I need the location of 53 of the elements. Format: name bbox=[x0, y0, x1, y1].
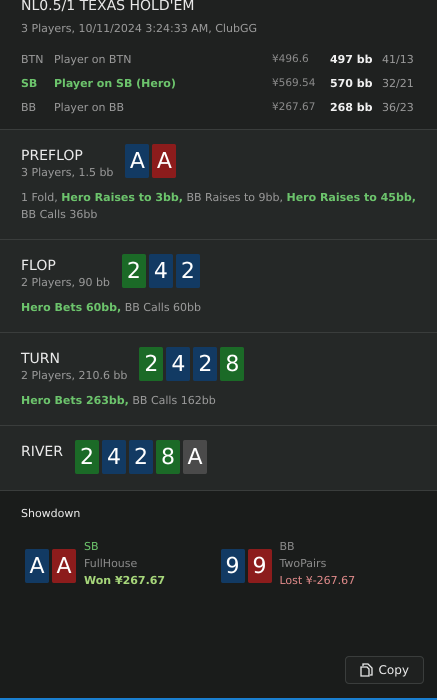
playing-card: A bbox=[52, 549, 76, 583]
street-name: TURN bbox=[21, 351, 61, 367]
stack-bb: 497 bb bbox=[330, 52, 374, 66]
player-position: BTN bbox=[21, 52, 44, 66]
street-info: 2 Players, 210.6 bb bbox=[21, 369, 128, 382]
player-stack: ¥496.6 bbox=[272, 53, 310, 65]
showdown-title: Showdown bbox=[21, 507, 82, 520]
playing-card: 2 bbox=[176, 254, 200, 288]
action-log: Hero Bets 60bb, BB Calls 60bb bbox=[21, 300, 202, 316]
playing-card: A bbox=[125, 144, 150, 178]
player-stack: ¥569.54 bbox=[272, 77, 316, 89]
hand-rank: FullHouse bbox=[84, 557, 138, 570]
playing-card: 2 bbox=[129, 440, 154, 474]
action-log: Hero Bets 263bb, BB Calls 162bb bbox=[21, 393, 217, 409]
player-position: SB bbox=[21, 76, 38, 90]
hand-result: Won ¥267.67 bbox=[84, 574, 166, 587]
player-stats: 32/21 bbox=[382, 76, 415, 90]
player-position: BB bbox=[21, 100, 38, 114]
hand-rank: TwoPairs bbox=[280, 557, 328, 570]
hand-result: Lost ¥-267.67 bbox=[280, 574, 356, 587]
playing-card: 4 bbox=[148, 254, 173, 288]
playing-card: 8 bbox=[156, 440, 180, 474]
playing-card: 2 bbox=[139, 347, 164, 381]
player-stats: 41/13 bbox=[382, 52, 415, 66]
playing-card: A bbox=[152, 144, 176, 178]
street-info: 2 Players, 90 bb bbox=[21, 276, 110, 289]
player-name: Player on BTN bbox=[54, 52, 132, 66]
playing-card: 4 bbox=[166, 347, 190, 381]
playing-card: 2 bbox=[122, 254, 146, 288]
copy-button[interactable]: Copy bbox=[344, 656, 424, 684]
street-name: PREFLOP bbox=[21, 148, 84, 164]
copy-icon bbox=[360, 663, 373, 677]
game-info: 3 Players, 10/11/2024 3:24:33 AM, ClubGG bbox=[21, 22, 258, 35]
player-position: BB bbox=[280, 540, 296, 553]
street-info: 3 Players, 1.5 bb bbox=[21, 166, 114, 179]
player-stack: ¥267.67 bbox=[272, 101, 316, 113]
playing-card: A bbox=[183, 440, 208, 474]
playing-card: 8 bbox=[220, 347, 244, 381]
playing-card: 2 bbox=[75, 440, 100, 474]
stack-bb: 570 bb bbox=[330, 76, 374, 90]
playing-card: 2 bbox=[193, 347, 218, 381]
player-stats: 36/23 bbox=[382, 100, 415, 114]
street-name: FLOP bbox=[21, 258, 57, 274]
player-name: Player on SB (Hero) bbox=[54, 76, 177, 90]
playing-card: 9 bbox=[220, 549, 244, 583]
player-name: Player on BB bbox=[54, 100, 126, 114]
player-position: SB bbox=[84, 540, 100, 553]
action-log: 1 Fold, Hero Raises to 3bb, BB Raises to 9bb, Hero Raises to 45bb, BB Calls 36bb bbox=[21, 190, 416, 223]
playing-card: 4 bbox=[102, 440, 126, 474]
playing-card: A bbox=[25, 549, 49, 583]
street-name: RIVER bbox=[21, 444, 64, 460]
stack-bb: 268 bb bbox=[330, 100, 374, 114]
playing-card: 9 bbox=[248, 549, 272, 583]
